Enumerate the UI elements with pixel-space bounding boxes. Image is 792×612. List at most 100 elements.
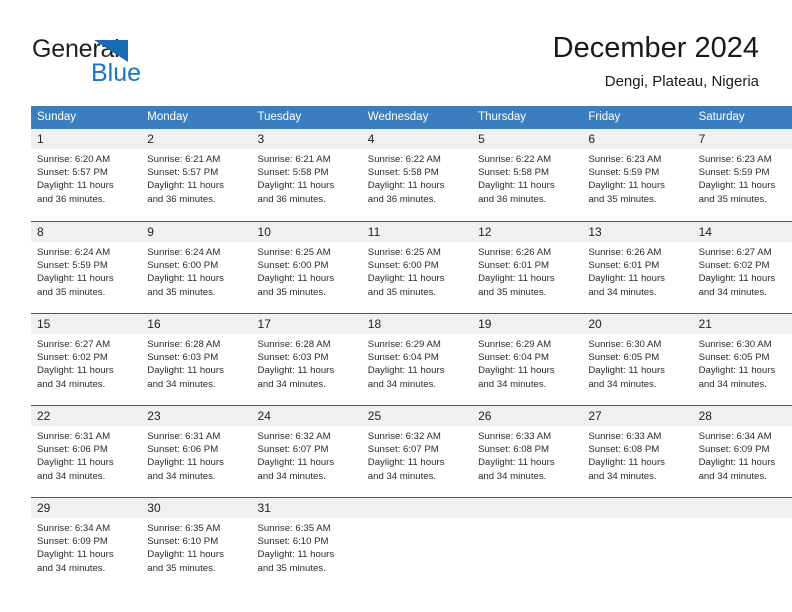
day-details: Sunrise: 6:22 AM Sunset: 5:58 PM Daylight:… — [472, 149, 582, 206]
day-sunrise-text: Sunrise: 6:22 AM — [478, 154, 552, 165]
day-cell-inner: 7 Sunrise: 6:23 AM Sunset: 5:59 PM Daylight… — [692, 129, 792, 221]
day-sunrise-text: Sunrise: 6:30 AM — [588, 339, 662, 350]
calendar-day-cell[interactable] — [361, 497, 473, 589]
day-cell-inner: 19 Sunrise: 6:29 AM Sunset: 6:04 PM Dayligh… — [472, 313, 583, 405]
day-details: Sunrise: 6:30 AM Sunset: 6:05 PM Daylight:… — [693, 334, 792, 391]
day-daylight1-text: Daylight: 11 hours — [147, 180, 224, 192]
calendar-day-cell[interactable]: 21 Sunrise: 6:30 AM Sunset: 6:05 PM Dayligh… — [692, 313, 792, 405]
calendar-day-cell[interactable]: 14 Sunrise: 6:27 AM Sunset: 6:02 PM Dayligh… — [692, 221, 792, 313]
calendar-day-cell[interactable]: 13 Sunrise: 6:26 AM Sunset: 6:01 PM Dayligh… — [582, 221, 693, 313]
day-sunset-text: Sunset: 6:00 PM — [147, 260, 219, 272]
calendar-day-cell[interactable]: 25 Sunrise: 6:32 AM Sunset: 6:07 PM Dayligh… — [361, 405, 473, 497]
calendar-day-cell[interactable]: 28 Sunrise: 6:34 AM Sunset: 6:09 PM Dayligh… — [692, 405, 792, 497]
calendar-day-cell[interactable]: 7 Sunrise: 6:23 AM Sunset: 5:59 PM Daylight… — [692, 129, 792, 221]
column-header-friday: Friday — [582, 106, 693, 129]
calendar-day-cell[interactable]: 27 Sunrise: 6:33 AM Sunset: 6:08 PM Dayligh… — [582, 405, 693, 497]
day-details: Sunrise: 6:34 AM Sunset: 6:09 PM Daylight:… — [693, 426, 792, 483]
day-number: 2 — [141, 129, 252, 149]
day-details: Sunrise: 6:25 AM Sunset: 6:00 PM Daylight:… — [252, 242, 362, 299]
calendar-day-cell[interactable]: 12 Sunrise: 6:26 AM Sunset: 6:01 PM Dayligh… — [472, 221, 583, 313]
calendar-day-cell[interactable]: 4 Sunrise: 6:22 AM Sunset: 5:58 PM Daylight… — [361, 129, 473, 221]
day-sunrise-text: Sunrise: 6:22 AM — [367, 154, 441, 165]
day-number: 4 — [361, 129, 473, 149]
calendar-day-cell[interactable]: 26 Sunrise: 6:33 AM Sunset: 6:08 PM Dayligh… — [472, 405, 583, 497]
calendar-day-cell[interactable]: 30 Sunrise: 6:35 AM Sunset: 6:10 PM Dayligh… — [141, 497, 252, 589]
calendar-day-cell[interactable]: 8 Sunrise: 6:24 AM Sunset: 5:59 PM Daylight… — [31, 221, 142, 313]
day-sunrise-text: Sunrise: 6:31 AM — [147, 431, 221, 442]
calendar-day-cell[interactable]: 2 Sunrise: 6:21 AM Sunset: 5:57 PM Daylight… — [141, 129, 252, 221]
calendar-day-cell[interactable]: 24 Sunrise: 6:32 AM Sunset: 6:07 PM Dayligh… — [251, 405, 362, 497]
day-number: 22 — [31, 406, 142, 426]
day-cell-inner: 9 Sunrise: 6:24 AM Sunset: 6:00 PM Daylight… — [141, 221, 252, 313]
day-number: 7 — [692, 129, 792, 149]
day-daylight1-text: Daylight: 11 hours — [367, 365, 445, 377]
calendar-day-cell[interactable]: 29 Sunrise: 6:34 AM Sunset: 6:09 PM Dayligh… — [31, 497, 142, 589]
day-daylight2-text: and 35 minutes. — [478, 286, 547, 298]
calendar-day-cell[interactable]: 31 Sunrise: 6:35 AM Sunset: 6:10 PM Dayligh… — [251, 497, 362, 589]
day-daylight2-text: and 35 minutes. — [588, 193, 657, 205]
calendar-day-cell[interactable]: 20 Sunrise: 6:30 AM Sunset: 6:05 PM Dayligh… — [582, 313, 693, 405]
calendar-day-cell[interactable]: 15 Sunrise: 6:27 AM Sunset: 6:02 PM Dayligh… — [31, 313, 142, 405]
day-details — [362, 518, 472, 522]
calendar-day-cell[interactable]: 23 Sunrise: 6:31 AM Sunset: 6:06 PM Dayligh… — [141, 405, 252, 497]
day-cell-inner: 15 Sunrise: 6:27 AM Sunset: 6:02 PM Dayligh… — [31, 313, 142, 405]
day-details: Sunrise: 6:31 AM Sunset: 6:06 PM Daylight:… — [31, 426, 141, 483]
day-sunrise-text: Sunrise: 6:28 AM — [147, 339, 221, 350]
day-details: Sunrise: 6:23 AM Sunset: 5:59 PM Daylight:… — [582, 149, 692, 206]
calendar-day-cell[interactable]: 10 Sunrise: 6:25 AM Sunset: 6:00 PM Dayligh… — [251, 221, 362, 313]
day-sunset-text: Sunset: 5:58 PM — [367, 167, 439, 179]
day-daylight2-text: and 34 minutes. — [37, 562, 106, 574]
day-sunset-text: Sunset: 6:00 PM — [257, 260, 329, 272]
calendar-week-row: 1 Sunrise: 6:20 AM Sunset: 5:57 PM Daylight… — [31, 129, 792, 221]
day-number — [472, 498, 583, 518]
day-details: Sunrise: 6:21 AM Sunset: 5:58 PM Daylight:… — [252, 149, 362, 206]
day-daylight1-text: Daylight: 11 hours — [588, 365, 665, 377]
calendar-day-cell[interactable]: 6 Sunrise: 6:23 AM Sunset: 5:59 PM Daylight… — [582, 129, 693, 221]
day-sunrise-text: Sunrise: 6:32 AM — [257, 431, 331, 442]
day-details: Sunrise: 6:30 AM Sunset: 6:05 PM Daylight:… — [582, 334, 692, 391]
title-block: December 2024 Dengi, Plateau, Nigeria — [553, 30, 759, 92]
day-daylight1-text: Daylight: 11 hours — [37, 457, 114, 469]
day-number: 6 — [582, 129, 693, 149]
day-details — [472, 518, 582, 522]
calendar-day-cell[interactable]: 1 Sunrise: 6:20 AM Sunset: 5:57 PM Daylight… — [31, 129, 142, 221]
calendar-day-cell[interactable]: 18 Sunrise: 6:29 AM Sunset: 6:04 PM Dayligh… — [361, 313, 473, 405]
day-number: 3 — [251, 129, 362, 149]
day-details: Sunrise: 6:29 AM Sunset: 6:04 PM Daylight:… — [472, 334, 582, 391]
day-sunset-text: Sunset: 6:01 PM — [588, 260, 660, 272]
day-details: Sunrise: 6:20 AM Sunset: 5:57 PM Daylight:… — [31, 149, 141, 206]
day-daylight2-text: and 34 minutes. — [478, 470, 547, 482]
day-daylight2-text: and 35 minutes. — [147, 562, 216, 574]
calendar-day-cell[interactable]: 17 Sunrise: 6:28 AM Sunset: 6:03 PM Dayligh… — [251, 313, 362, 405]
day-daylight2-text: and 34 minutes. — [257, 470, 326, 482]
calendar-day-cell[interactable] — [472, 497, 583, 589]
page-title: December 2024 — [552, 32, 759, 64]
calendar-day-cell[interactable] — [692, 497, 792, 589]
calendar-day-cell[interactable]: 3 Sunrise: 6:21 AM Sunset: 5:58 PM Daylight… — [251, 129, 362, 221]
day-number — [582, 498, 693, 518]
logo-text-blue: Blue — [91, 59, 142, 87]
calendar-body: 1 Sunrise: 6:20 AM Sunset: 5:57 PM Daylight… — [31, 129, 792, 589]
day-sunset-text: Sunset: 6:07 PM — [367, 444, 439, 456]
calendar-day-cell[interactable]: 16 Sunrise: 6:28 AM Sunset: 6:03 PM Dayligh… — [141, 313, 252, 405]
calendar-day-cell[interactable] — [582, 497, 693, 589]
day-daylight1-text: Daylight: 11 hours — [588, 180, 665, 192]
day-cell-inner: 23 Sunrise: 6:31 AM Sunset: 6:06 PM Dayligh… — [141, 405, 252, 497]
generalblue-logo[interactable]: General Blue — [32, 36, 212, 90]
day-sunset-text: Sunset: 6:06 PM — [147, 444, 219, 456]
day-daylight2-text: and 34 minutes. — [367, 470, 437, 482]
calendar-day-cell[interactable]: 22 Sunrise: 6:31 AM Sunset: 6:06 PM Dayligh… — [31, 405, 142, 497]
day-cell-inner: 4 Sunrise: 6:22 AM Sunset: 5:58 PM Daylight… — [361, 129, 473, 221]
day-cell-inner: 24 Sunrise: 6:32 AM Sunset: 6:07 PM Dayligh… — [251, 405, 362, 497]
day-number: 15 — [31, 314, 142, 334]
day-cell-inner: 3 Sunrise: 6:21 AM Sunset: 5:58 PM Daylight… — [251, 129, 362, 221]
day-cell-inner: 13 Sunrise: 6:26 AM Sunset: 6:01 PM Dayligh… — [582, 221, 693, 313]
day-details: Sunrise: 6:24 AM Sunset: 5:59 PM Daylight:… — [31, 242, 141, 299]
day-sunset-text: Sunset: 5:59 PM — [698, 167, 770, 179]
day-sunset-text: Sunset: 6:09 PM — [37, 536, 108, 548]
calendar-day-cell[interactable]: 5 Sunrise: 6:22 AM Sunset: 5:58 PM Daylight… — [472, 129, 583, 221]
calendar-day-cell[interactable]: 9 Sunrise: 6:24 AM Sunset: 6:00 PM Daylight… — [141, 221, 252, 313]
calendar-day-cell[interactable]: 19 Sunrise: 6:29 AM Sunset: 6:04 PM Dayligh… — [472, 313, 583, 405]
calendar-day-cell[interactable]: 11 Sunrise: 6:25 AM Sunset: 6:00 PM Dayligh… — [361, 221, 473, 313]
day-number: 26 — [472, 406, 583, 426]
